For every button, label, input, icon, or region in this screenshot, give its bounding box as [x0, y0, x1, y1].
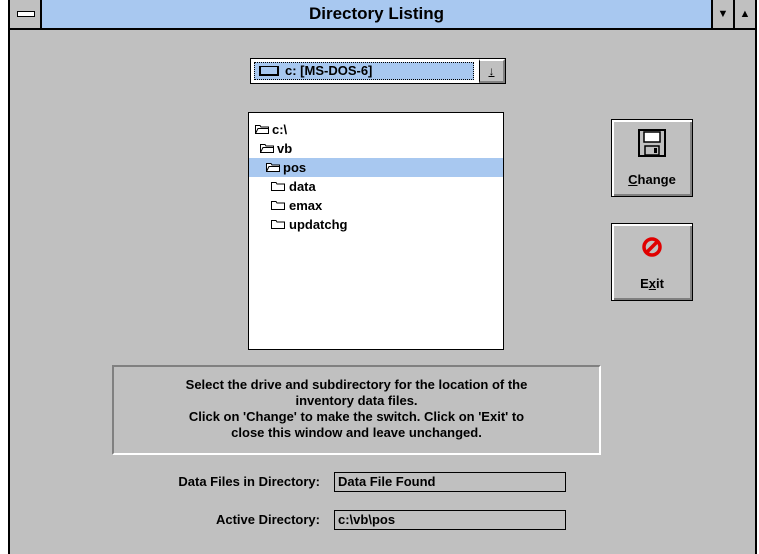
- drive-selected-value: c: [MS-DOS-6]: [254, 62, 474, 80]
- drive-dropdown[interactable]: c: [MS-DOS-6] ↓: [250, 58, 506, 84]
- directory-label: data: [289, 179, 316, 194]
- window-title: Directory Listing: [308, 4, 445, 23]
- floppy-disk-icon: [638, 129, 666, 157]
- maximize-icon: ▲: [739, 8, 751, 20]
- change-button[interactable]: Change: [611, 119, 693, 197]
- directory-item-vb[interactable]: vb: [249, 139, 503, 158]
- system-menu-button[interactable]: [10, 0, 42, 28]
- directory-label: vb: [277, 141, 293, 156]
- data-files-value: Data File Found: [334, 472, 566, 492]
- directory-item-pos[interactable]: pos: [249, 158, 503, 177]
- directory-item-updatchg[interactable]: updatchg: [249, 215, 503, 234]
- instructions-line: inventory data files.: [295, 393, 418, 408]
- exit-label: Exit: [640, 276, 664, 291]
- no-sign-icon: [642, 237, 662, 257]
- chevron-down-icon: ↓: [488, 64, 495, 78]
- active-directory-value: c:\vb\pos: [334, 510, 566, 530]
- change-label: Change: [628, 172, 676, 187]
- minimize-icon: ▼: [717, 8, 729, 20]
- exit-button[interactable]: Exit: [611, 223, 693, 301]
- folder-closed-icon: [271, 220, 285, 229]
- directory-label: emax: [289, 198, 323, 213]
- folder-open-icon: [266, 163, 280, 172]
- hard-drive-icon: [259, 66, 279, 76]
- minimize-button[interactable]: ▼: [711, 0, 733, 28]
- folder-closed-icon: [271, 182, 285, 191]
- active-directory-label: Active Directory:: [215, 512, 320, 527]
- data-files-label: Data Files in Directory:: [178, 474, 320, 489]
- directory-item-data[interactable]: data: [249, 177, 503, 196]
- maximize-button[interactable]: ▲: [733, 0, 755, 28]
- folder-open-icon: [260, 144, 274, 153]
- instructions-line: Click on 'Change' to make the switch. Cl…: [188, 409, 525, 424]
- directory-item-root[interactable]: c:\: [249, 120, 503, 139]
- directory-label: c:\: [272, 122, 288, 137]
- system-menu-icon: [17, 11, 35, 17]
- folder-closed-icon: [271, 201, 285, 210]
- directory-listing-window: Directory Listing ▼ ▲ c: [MS-DOS-6] ↓ c:…: [8, 0, 757, 554]
- instructions-panel: Select the drive and subdirectory for th…: [112, 365, 601, 455]
- folder-open-icon: [255, 125, 269, 134]
- directory-item-emax[interactable]: emax: [249, 196, 503, 215]
- directory-list[interactable]: c:\ vb pos data emax updatchg: [248, 112, 504, 350]
- title-bar[interactable]: Directory Listing ▼ ▲: [10, 0, 755, 30]
- drive-dropdown-arrow[interactable]: ↓: [479, 59, 505, 83]
- instructions-line: Select the drive and subdirectory for th…: [185, 377, 528, 392]
- directory-label: pos: [283, 160, 307, 175]
- instructions-line: close this window and leave unchanged.: [231, 425, 482, 440]
- directory-label: updatchg: [289, 217, 348, 232]
- drive-label: c: [MS-DOS-6]: [285, 63, 373, 78]
